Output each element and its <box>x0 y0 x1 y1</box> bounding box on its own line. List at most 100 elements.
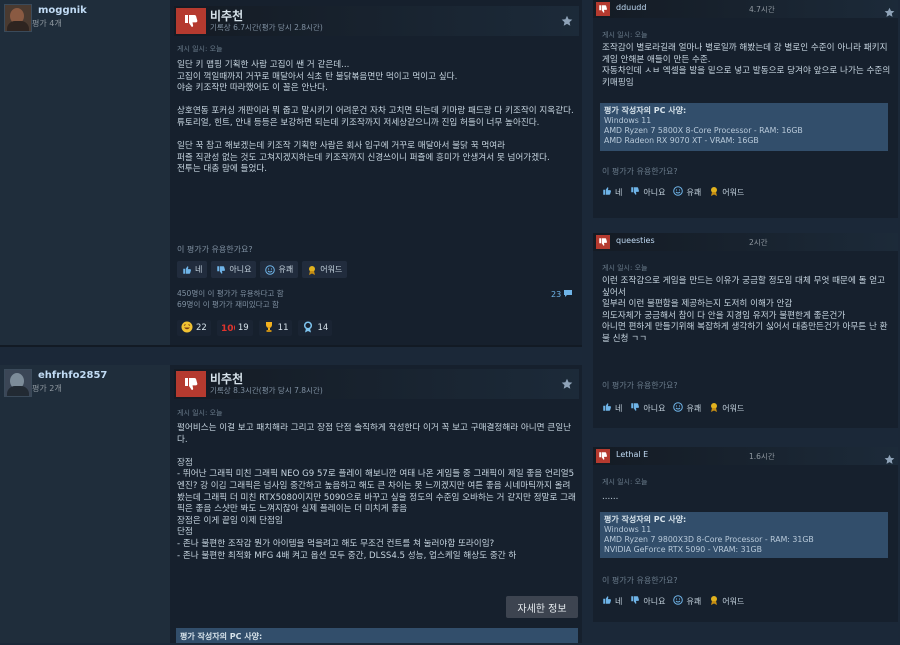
svg-text:100: 100 <box>221 324 235 333</box>
vote-yes-button[interactable]: 네 <box>602 185 622 199</box>
posted-date: 게시 일시: 오늘 <box>602 31 648 39</box>
content-fade <box>174 571 579 589</box>
pc-spec-line: NVIDIA GeForce RTX 5090 - VRAM: 31GB <box>604 545 762 554</box>
pc-specs-title: 평가 작성자의 PC 사양: <box>180 632 263 641</box>
pc-specs-title: 평가 작성자의 PC 사양: <box>604 515 687 524</box>
author-name[interactable]: dduudd <box>616 3 646 12</box>
author-review-count[interactable]: 평가 2개 <box>32 382 107 396</box>
review-separator <box>0 345 582 347</box>
playtime: 기록상 6.7시간(평가 당시 2.8시간) <box>210 23 323 32</box>
thumbs-up-icon <box>602 186 612 198</box>
award-item[interactable]: 14 <box>298 320 333 336</box>
read-more-button[interactable]: 자세한 정보 <box>506 596 578 618</box>
award-icon <box>709 186 719 198</box>
author-review-count[interactable]: 평가 4개 <box>32 17 87 31</box>
thumbs-down-icon <box>596 449 610 463</box>
review-header[interactable]: Lethal E 1.6시간 <box>593 447 898 465</box>
review-card: Lethal E 1.6시간 게시 일시: 오늘 ...... 평가 작성자의 … <box>593 447 898 622</box>
posted-date: 게시 일시: 오늘 <box>177 409 223 417</box>
avatar[interactable] <box>4 369 32 397</box>
award-button[interactable]: 어워드 <box>302 261 348 278</box>
helpful-count: 450명이 이 평가가 유용하다고 함 <box>177 289 284 298</box>
award-item[interactable]: 22 <box>177 320 211 336</box>
review-header[interactable]: dduudd 4.7시간 <box>593 0 898 18</box>
award-icon <box>709 402 719 414</box>
thumbs-down-icon <box>596 2 610 16</box>
pc-spec-line: AMD Ryzen 7 9800X3D 8-Core Processor - R… <box>604 535 814 544</box>
star-icon[interactable] <box>884 3 895 22</box>
author-name[interactable]: ehfrhfo2857 <box>38 369 107 382</box>
award-button[interactable]: 어워드 <box>709 594 744 608</box>
posted-date: 게시 일시: 오늘 <box>177 45 223 53</box>
avatar[interactable] <box>4 4 32 32</box>
review-card: dduudd 4.7시간 게시 일시: 오늘 조작감이 별로라길래 얼마나 별로… <box>593 0 898 218</box>
award-icon <box>709 595 719 607</box>
hundred-award-icon: 100 <box>221 321 240 336</box>
review-author[interactable]: moggnik 평가 4개 <box>4 4 87 32</box>
star-icon[interactable] <box>884 450 895 469</box>
author-name[interactable]: moggnik <box>38 4 87 17</box>
pc-specs-box: 평가 작성자의 PC 사양: <box>176 628 578 643</box>
review-card: moggnik 평가 4개 비추천 기록상 6.7시간(평가 당시 2.8시간)… <box>0 0 582 345</box>
review-card: queesties 2시간 게시 일시: 오늘 이런 조작감으로 게임을 만드는… <box>593 233 898 428</box>
vote-buttons: 네 아니요 유쾌 어워드 <box>177 261 348 278</box>
smiley-icon <box>673 402 684 414</box>
award-item[interactable]: 10019 <box>216 320 253 336</box>
vote-header[interactable]: 비추천 기록상 8.3시간(평가 당시 7.8시간) <box>174 369 579 399</box>
review-card: ehfrhfo2857 평가 2개 비추천 기록상 8.3시간(평가 당시 7.… <box>0 365 582 643</box>
award-list: 22 10019 11 14 <box>177 320 333 336</box>
vote-funny-button[interactable]: 유쾌 <box>673 594 701 608</box>
thumbs-down-icon <box>176 371 206 397</box>
playtime: 1.6시간 <box>749 452 775 461</box>
thumbs-down-icon <box>596 235 610 249</box>
pc-spec-line: AMD Radeon RX 9070 XT - VRAM: 16GB <box>604 136 759 145</box>
vote-yes-button[interactable]: 네 <box>602 401 622 415</box>
comment-icon <box>563 289 573 300</box>
award-item[interactable]: 11 <box>258 320 293 336</box>
playtime: 기록상 8.3시간(평가 당시 7.8시간) <box>210 386 323 395</box>
vote-no-button[interactable]: 아니요 <box>630 185 665 199</box>
award-button[interactable]: 어워드 <box>709 185 744 199</box>
thumbs-down-icon <box>176 8 206 34</box>
vote-funny-button[interactable]: 유쾌 <box>260 261 299 278</box>
pc-specs-title: 평가 작성자의 PC 사양: <box>604 106 687 115</box>
vote-no-button[interactable]: 아니요 <box>630 401 665 415</box>
award-icon <box>307 265 317 275</box>
star-icon[interactable] <box>561 375 573 394</box>
review-body: 이런 조작감으로 게임을 만드는 이유가 궁금할 정도임 대체 무엇 때문에 돌… <box>602 276 888 344</box>
review-body: 조작감이 별로라길래 얼마나 별로일까 해봤는데 강 별로인 수준이 아니라 패… <box>602 43 891 88</box>
vote-yes-button[interactable]: 네 <box>602 594 622 608</box>
vote-buttons: 네 아니요 유쾌 어워드 <box>602 401 744 415</box>
review-header[interactable]: queesties 2시간 <box>593 233 898 251</box>
pc-specs-box: 평가 작성자의 PC 사양: Windows 11 AMD Ryzen 7 58… <box>600 103 888 151</box>
author-name[interactable]: queesties <box>616 236 655 245</box>
review-body: ...... <box>602 492 619 502</box>
left-review-column: moggnik 평가 4개 비추천 기록상 6.7시간(평가 당시 2.8시간)… <box>0 0 582 643</box>
trophy-award-icon <box>263 321 275 336</box>
laugh-award-icon <box>181 321 193 336</box>
thumbs-down-icon <box>630 186 640 198</box>
posted-date: 게시 일시: 오늘 <box>602 478 648 486</box>
vote-header[interactable]: 비추천 기록상 6.7시간(평가 당시 2.8시간) <box>174 6 579 36</box>
vote-no-button[interactable]: 아니요 <box>630 594 665 608</box>
vote-yes-button[interactable]: 네 <box>177 261 208 278</box>
vote-funny-button[interactable]: 유쾌 <box>673 185 701 199</box>
posted-date: 게시 일시: 오늘 <box>602 264 648 272</box>
pc-spec-line: Windows 11 <box>604 116 652 125</box>
star-icon[interactable] <box>561 12 573 31</box>
award-button[interactable]: 어워드 <box>709 401 744 415</box>
author-name[interactable]: Lethal E <box>616 450 648 459</box>
helpful-question: 이 평가가 유용한가요? <box>602 381 678 390</box>
vote-funny-button[interactable]: 유쾌 <box>673 401 701 415</box>
review-author[interactable]: ehfrhfo2857 평가 2개 <box>4 369 107 397</box>
thumbs-up-icon <box>602 595 612 607</box>
helpful-question: 이 평가가 유용한가요? <box>602 576 678 585</box>
review-body: 펄어비스는 이걸 보고 패치해라 그리고 장점 단점 솔직하게 작성한다 이거 … <box>177 423 576 561</box>
vote-no-button[interactable]: 아니요 <box>211 261 257 278</box>
thumbs-up-icon <box>602 402 612 414</box>
comment-count[interactable]: 23 <box>551 289 573 300</box>
smiley-icon <box>265 264 276 275</box>
helpful-question: 이 평가가 유용한가요? <box>177 245 253 254</box>
thumbs-down-icon <box>630 402 640 414</box>
smiley-icon <box>673 595 684 607</box>
